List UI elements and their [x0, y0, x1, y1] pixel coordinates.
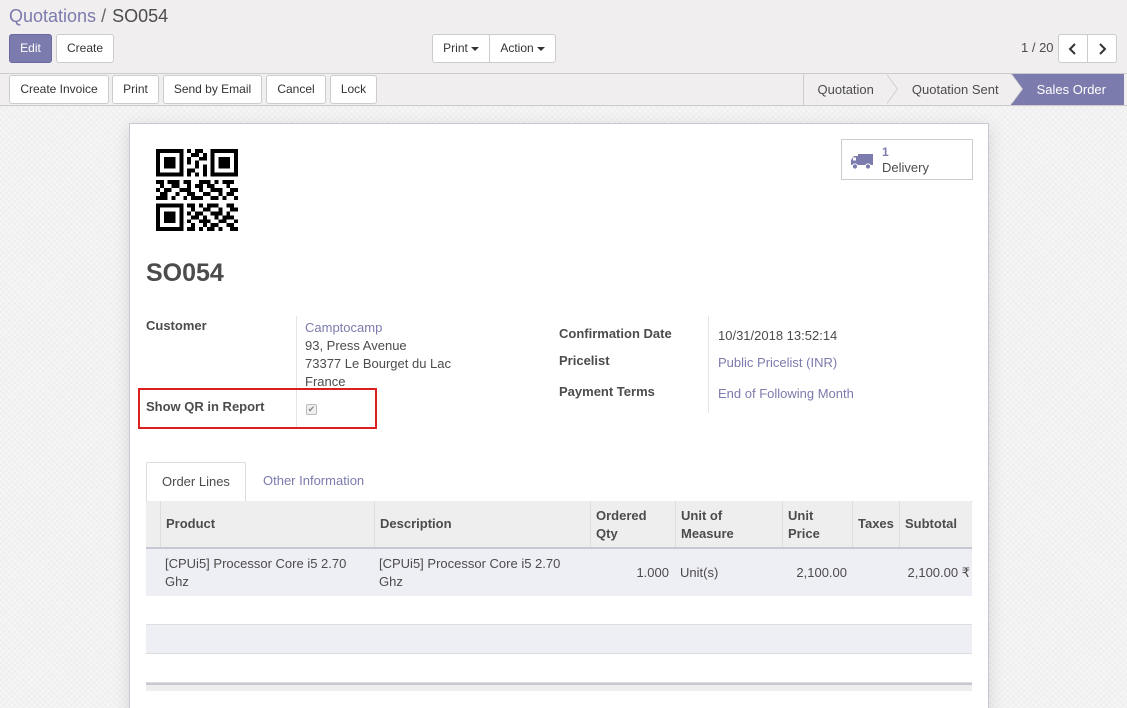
show-qr-label: Show QR in Report — [146, 399, 265, 414]
create-button[interactable]: Create — [56, 34, 114, 63]
delivery-label: Delivery — [882, 160, 929, 175]
breadcrumb: Quotations / SO054 — [9, 6, 168, 27]
table-empty-row — [146, 654, 972, 683]
print-dropdown[interactable]: Print — [432, 34, 490, 63]
stage-arrow — [1010, 74, 1022, 104]
pricelist-label: Pricelist — [559, 353, 610, 368]
col-ordered-qty-line2: Qty — [596, 526, 618, 541]
control-panel: Quotations / SO054 Edit Create Print Actio… — [0, 0, 1127, 74]
customer-name-link[interactable]: Camptocamp — [305, 320, 382, 335]
col-subtotal[interactable]: Subtotal — [899, 501, 972, 547]
pager-next-button[interactable] — [1087, 34, 1117, 63]
col-taxes[interactable]: Taxes — [852, 501, 900, 547]
cell-unit-of-measure: Unit(s) — [680, 565, 719, 580]
stage-quotation-label: Quotation — [817, 82, 874, 97]
create-invoice-button[interactable]: Create Invoice — [9, 75, 109, 104]
confirmation-date-value: 10/31/2018 13:52:14 — [718, 328, 838, 343]
customer-street: 93, Press Avenue — [305, 338, 407, 353]
col-uom-line2: Measure — [681, 526, 734, 541]
cell-description-line2: Ghz — [379, 574, 403, 589]
stage-quotation-sent-label: Quotation Sent — [911, 82, 999, 97]
cell-taxes — [852, 549, 899, 597]
customer-country: France — [305, 374, 346, 389]
record-title: SO054 — [146, 259, 224, 287]
send-by-email-button[interactable]: Send by Email — [163, 75, 262, 104]
order-lines-table: Product Description Ordered Qty Unit of … — [146, 501, 972, 597]
qr-code-image — [156, 149, 238, 231]
cell-product: [CPUi5] Processor Core i5 2.70 Ghz — [161, 549, 374, 597]
edit-button[interactable]: Edit — [9, 34, 52, 63]
status-stages: Quotation Quotation Sent Sales Order — [802, 74, 1124, 105]
pager-value[interactable]: 1 / 20 — [1021, 40, 1054, 55]
cell-product-line2: Ghz — [165, 574, 189, 589]
cell-product-line1: [CPUi5] Processor Core i5 2.70 — [165, 556, 347, 571]
table-footer — [146, 683, 972, 691]
table-row[interactable]: [CPUi5] Processor Core i5 2.70 Ghz [CPUi… — [146, 549, 972, 597]
payment-terms-label: Payment Terms — [559, 384, 655, 399]
caret-down-icon — [536, 46, 545, 51]
table-empty-row — [146, 596, 972, 625]
pager-previous-button[interactable] — [1058, 34, 1088, 63]
field-divider — [708, 316, 709, 413]
col-product[interactable]: Product — [160, 501, 374, 547]
table-header: Product Description Ordered Qty Unit of … — [146, 501, 972, 549]
caret-down-icon — [470, 46, 479, 51]
cell-subtotal: 2,100.00 ₹ — [907, 565, 971, 580]
notebook-tabs: Order Lines Other Information — [146, 462, 973, 502]
customer-city: 73377 Le Bourget du Lac — [305, 356, 452, 371]
cell-description: [CPUi5] Processor Core i5 2.70 Ghz — [375, 549, 590, 597]
lock-button[interactable]: Lock — [330, 75, 377, 104]
stage-quotation[interactable]: Quotation — [802, 74, 898, 105]
tab-order-lines[interactable]: Order Lines — [146, 462, 246, 502]
show-qr-checkbox[interactable]: ✔ — [306, 404, 317, 415]
action-dropdown-label: Action — [500, 41, 534, 55]
breadcrumb-current: SO054 — [112, 6, 169, 26]
pricelist-link[interactable]: Public Pricelist (INR) — [718, 355, 837, 370]
print-dropdown-label: Print — [443, 41, 468, 55]
col-ordered-qty[interactable]: Ordered Qty — [590, 501, 675, 547]
breadcrumb-quotations[interactable]: Quotations — [9, 6, 96, 26]
print-button[interactable]: Print — [112, 75, 159, 104]
col-description[interactable]: Description — [374, 501, 590, 547]
cell-description-line1: [CPUi5] Processor Core i5 2.70 — [379, 556, 561, 571]
chevron-left-icon — [1068, 43, 1076, 55]
col-unit-price-line2: Price — [788, 526, 820, 541]
chevron-right-icon — [1099, 43, 1107, 55]
stage-sales-order[interactable]: Sales Order — [1010, 74, 1124, 105]
stage-sales-order-label: Sales Order — [1036, 82, 1106, 97]
cancel-button[interactable]: Cancel — [266, 75, 326, 104]
col-unit-price-line1: Unit — [788, 508, 814, 523]
confirmation-date-label: Confirmation Date — [559, 326, 672, 341]
check-icon: ✔ — [307, 404, 316, 414]
stage-arrow — [885, 74, 897, 104]
cell-unit-price: 2,100.00 — [796, 565, 847, 580]
tab-other-information[interactable]: Other Information — [248, 462, 379, 502]
col-uom-line1: Unit of — [681, 508, 723, 523]
truck-icon — [851, 154, 873, 170]
delivery-smart-button[interactable]: 1 Delivery — [841, 139, 973, 180]
breadcrumb-separator: / — [101, 6, 107, 26]
col-ordered-qty-line1: Ordered — [596, 508, 647, 523]
action-dropdown[interactable]: Action — [489, 34, 556, 63]
col-unit-of-measure[interactable]: Unit of Measure — [675, 501, 782, 547]
stage-quotation-sent[interactable]: Quotation Sent — [885, 74, 1023, 105]
payment-terms-link[interactable]: End of Following Month — [718, 386, 854, 401]
form-statusbar: Create Invoice Print Send by Email Cance… — [0, 74, 1127, 106]
table-empty-row — [146, 625, 972, 654]
customer-label: Customer — [146, 318, 207, 333]
col-unit-price[interactable]: Unit Price — [782, 501, 853, 547]
delivery-count: 1 — [882, 145, 889, 159]
form-sheet: 1 Delivery SO054 Customer Camptocamp 93,… — [129, 123, 989, 708]
cell-ordered-qty: 1.000 — [636, 565, 669, 580]
